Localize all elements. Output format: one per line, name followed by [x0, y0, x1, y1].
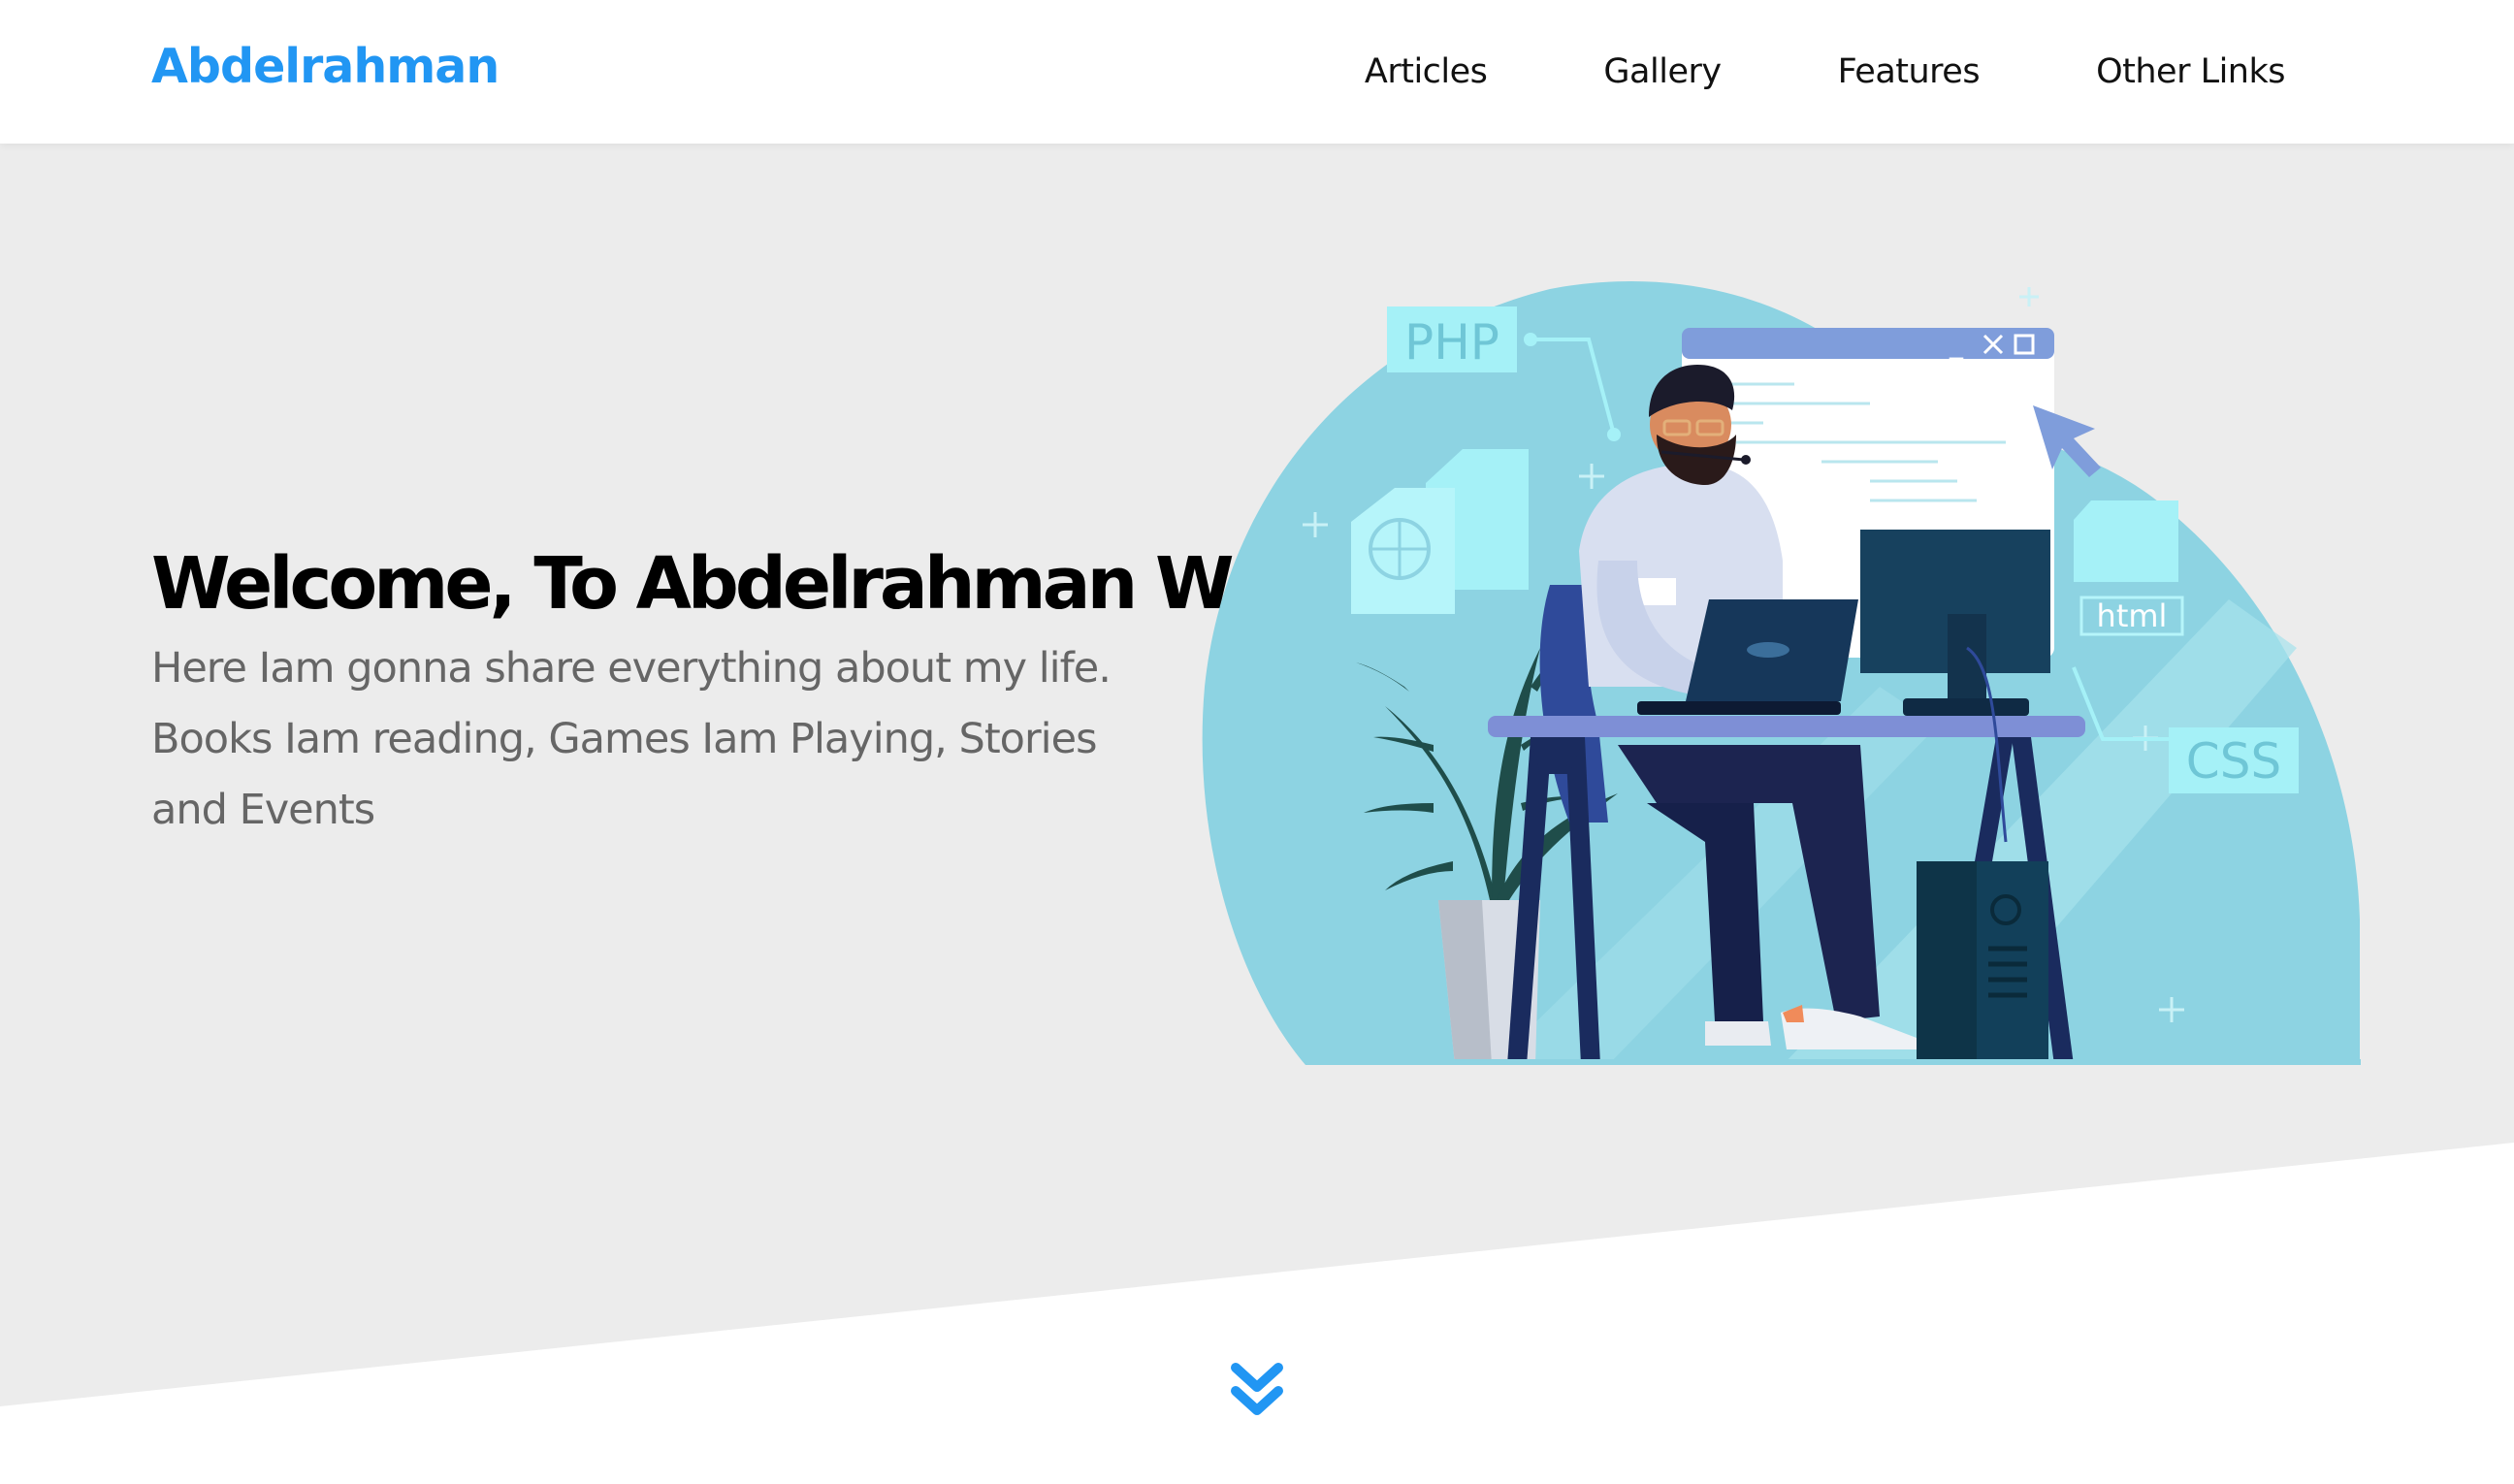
css-tag-label: CSS	[2186, 733, 2281, 790]
nav-link-gallery[interactable]: Gallery	[1545, 52, 1779, 91]
php-tag-label: PHP	[1404, 314, 1499, 371]
double-chevron-down-icon[interactable]	[1230, 1362, 1284, 1420]
hero-title: Welcome, To Abdelrahman World	[151, 542, 1377, 626]
main-nav: Articles Gallery Features Other Links	[1306, 0, 2286, 144]
html-tag: html	[2074, 500, 2184, 636]
nav-link-articles[interactable]: Articles	[1306, 52, 1546, 91]
pc-tower	[1917, 861, 2048, 1065]
site-logo[interactable]: Abdelrahman	[151, 39, 500, 94]
nav-link-other-links[interactable]: Other Links	[2038, 52, 2285, 91]
hero-description: Here Iam gonna share everything about my…	[151, 644, 1112, 835]
developer-illustration: PHP _ html CSS	[1202, 281, 2361, 1065]
nav-link-features[interactable]: Features	[1780, 52, 2039, 91]
hero-text-block: Welcome, To Abdelrahman World Here Iam g…	[151, 542, 1377, 846]
svg-text:_: _	[1949, 328, 1964, 360]
html-tag-label: html	[2097, 597, 2168, 634]
site-header: Abdelrahman Articles Gallery Features Ot…	[0, 0, 2514, 144]
